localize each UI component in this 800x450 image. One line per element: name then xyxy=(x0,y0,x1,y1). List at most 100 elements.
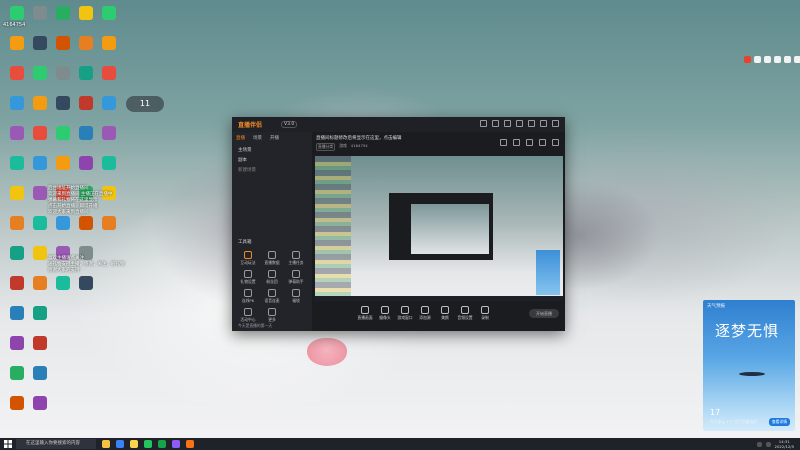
tool-label: 粉丝团 xyxy=(266,279,278,284)
tab-start[interactable]: 开播 xyxy=(270,135,279,141)
tool-item[interactable]: 语音连麦 xyxy=(260,289,284,304)
tool-item[interactable]: 粉丝团 xyxy=(260,270,284,285)
app-titlebar[interactable]: 直播伴侣 V3.0 xyxy=(232,117,565,132)
scene-item-new[interactable]: 新建场景 xyxy=(238,167,256,173)
gift-icon[interactable] xyxy=(526,139,533,146)
control-button[interactable]: 录制 xyxy=(474,306,496,321)
maximize-icon[interactable] xyxy=(540,120,547,127)
tool-item[interactable]: 连线PK xyxy=(236,289,260,304)
close-icon[interactable] xyxy=(552,120,559,127)
tool-item[interactable]: 福袋 xyxy=(284,289,308,304)
windows-start-icon[interactable] xyxy=(4,440,12,448)
mail-icon[interactable] xyxy=(492,120,499,127)
desktop-icon[interactable] xyxy=(96,94,122,124)
app-icon xyxy=(56,6,70,20)
tool-item[interactable]: 活动中心 xyxy=(236,308,260,323)
app-icon xyxy=(10,96,24,110)
desktop-icon[interactable] xyxy=(96,64,122,94)
tool-icon xyxy=(268,251,276,259)
keyboard-icon[interactable] xyxy=(764,56,771,63)
share-icon[interactable] xyxy=(500,139,507,146)
desktop-icon[interactable] xyxy=(96,124,122,154)
start-live-button[interactable]: 开始直播 xyxy=(529,309,559,318)
weather-widget[interactable]: 天气预报 逐梦无惧 17 今天多云 17° 空气质量良好 查看详情 xyxy=(703,300,795,431)
stream-meta: 直播分类 游戏 4164754 xyxy=(316,143,368,151)
network-icon[interactable] xyxy=(756,441,762,447)
settings-icon[interactable] xyxy=(504,120,511,127)
tab-scene[interactable]: 场景 xyxy=(253,135,262,141)
minimize-icon[interactable] xyxy=(528,120,535,127)
weather-description: 今天多云 17° 空气质量良好 xyxy=(710,419,758,424)
desktop-icon[interactable] xyxy=(27,364,53,394)
screen-icon[interactable] xyxy=(513,139,520,146)
more-icon[interactable] xyxy=(552,139,559,146)
stream-game: 游戏 xyxy=(339,143,347,148)
taskbar-app-2-icon[interactable] xyxy=(116,440,124,448)
desktop-icon[interactable] xyxy=(27,304,53,334)
tool-label: 礼物设置 xyxy=(240,279,256,284)
scene-item-copy[interactable]: 副本 xyxy=(238,157,247,163)
control-button[interactable]: 音频设置 xyxy=(454,306,476,321)
taskbar-app-6-icon[interactable] xyxy=(172,440,180,448)
chat-icon[interactable] xyxy=(539,139,546,146)
app-icon xyxy=(33,186,47,200)
preview-nested-window xyxy=(389,193,493,260)
taskbar-clock[interactable]: 14:31 2022/12/5 xyxy=(775,439,794,449)
tool-item[interactable]: 弹幕助手 xyxy=(284,270,308,285)
live-companion-window[interactable]: 直播伴侣 V3.0 直播 场景 开播 主场景 副本 新建场景 工具箱 互动玩法直… xyxy=(232,117,565,331)
tool-item[interactable]: 互动玩法 xyxy=(236,251,260,266)
control-button[interactable]: 美颜 xyxy=(434,306,456,321)
clock-widget[interactable]: 11 xyxy=(126,96,164,112)
live-companion-taskbar-icon[interactable] xyxy=(186,440,194,448)
voice-icon[interactable] xyxy=(774,56,781,63)
control-icon xyxy=(421,306,429,314)
ime-icon[interactable] xyxy=(754,56,761,63)
scene-item-main[interactable]: 主场景 xyxy=(238,147,252,153)
desktop-icon[interactable] xyxy=(96,4,122,34)
desktop-icon[interactable] xyxy=(27,394,53,424)
taskbar-app-1-icon[interactable] xyxy=(102,440,110,448)
toolbox-icon[interactable] xyxy=(784,56,791,63)
tool-item[interactable]: 礼物设置 xyxy=(236,270,260,285)
volume-icon[interactable] xyxy=(765,441,771,447)
app-icon xyxy=(56,276,70,290)
top-actions xyxy=(500,139,559,146)
taskbar-search-input[interactable]: 在这里输入你要搜索的内容 xyxy=(16,439,96,449)
desktop-icon[interactable] xyxy=(27,334,53,364)
tool-item[interactable]: 直播数据 xyxy=(260,251,284,266)
menu-icon[interactable] xyxy=(516,120,523,127)
edge-icon[interactable] xyxy=(144,440,152,448)
stream-title[interactable]: 直播间标题修改后将显示在这里，点击编辑 xyxy=(316,135,402,141)
stream-category[interactable]: 直播分类 xyxy=(316,143,336,151)
app-icon xyxy=(10,156,24,170)
control-button[interactable]: 直播画面 xyxy=(354,306,376,321)
user-icon[interactable] xyxy=(480,120,487,127)
control-button[interactable]: 添加源 xyxy=(414,306,436,321)
tab-live[interactable]: 直播 xyxy=(236,135,245,141)
control-label: 摄像头 xyxy=(379,315,391,320)
app-icon xyxy=(79,36,93,50)
desktop-icon[interactable] xyxy=(96,34,122,64)
wechat-icon[interactable] xyxy=(158,440,166,448)
chat-overlay: 后台地址开始直播间 欢迎来到直播间 主播正在直播中 弹幕和礼物将在这里显示 点击开始直… xyxy=(48,186,158,274)
skin-icon[interactable] xyxy=(794,56,800,63)
app-version-badge[interactable]: V3.0 xyxy=(281,121,298,128)
app-logo: 直播伴侣 xyxy=(238,122,263,129)
file-explorer-icon[interactable] xyxy=(130,440,138,448)
control-button[interactable]: 摄像头 xyxy=(374,306,396,321)
tool-item[interactable]: 更多 xyxy=(260,308,284,323)
stream-preview[interactable] xyxy=(315,156,563,301)
desktop-icon[interactable] xyxy=(96,154,122,184)
control-icon xyxy=(461,306,469,314)
app-icon xyxy=(79,6,93,20)
weather-details-button[interactable]: 查看详情 xyxy=(768,418,790,426)
weather-header: 天气预报 xyxy=(707,304,725,309)
tool-icon xyxy=(292,251,300,259)
tool-icon xyxy=(268,308,276,316)
app-main-area: 直播间标题修改后将显示在这里，点击编辑 直播分类 游戏 4164754 直播画面… xyxy=(312,132,565,331)
desktop-icon[interactable] xyxy=(73,274,99,304)
control-button[interactable]: 游戏窗口 xyxy=(394,306,416,321)
tool-item[interactable]: 主播任务 xyxy=(284,251,308,266)
tool-label: 直播数据 xyxy=(264,260,280,265)
sogou-icon[interactable] xyxy=(744,56,751,63)
